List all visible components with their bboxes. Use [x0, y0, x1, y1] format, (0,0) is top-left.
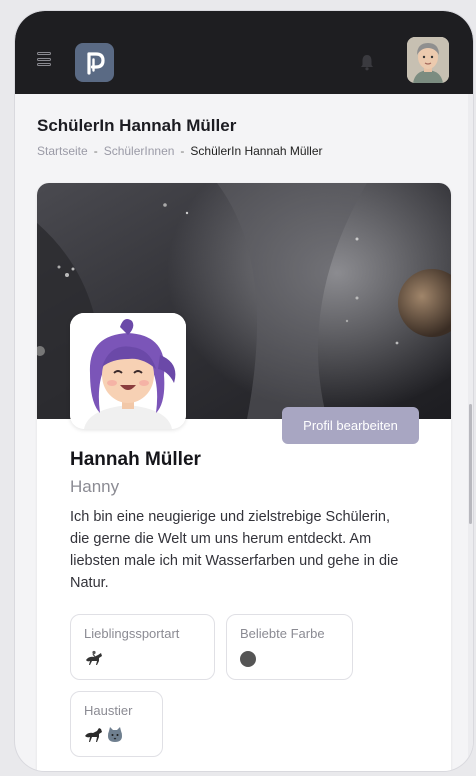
top-app-bar	[15, 11, 473, 94]
cat-icon	[107, 726, 123, 746]
edit-profile-button[interactable]: Profil bearbeiten	[282, 407, 419, 444]
profile-name: Hannah Müller	[70, 449, 201, 470]
app-logo-icon[interactable]	[75, 43, 114, 82]
attribute-label: Lieblingssportart	[84, 626, 180, 641]
profile-bio: Ich bin eine neugierige und zielstrebige…	[70, 509, 399, 591]
scrollbar-thumb[interactable]	[469, 404, 472, 524]
attribute-label: Beliebte Farbe	[240, 626, 325, 641]
hamburger-menu-icon[interactable]	[37, 52, 51, 66]
attribute-chip-pet: Haustier	[70, 691, 163, 757]
bell-icon[interactable]	[355, 50, 379, 74]
breadcrumb: Startseite - SchülerInnen - SchülerIn Hannah…	[37, 144, 323, 158]
user-avatar[interactable]	[407, 37, 449, 83]
attribute-chip-favorite-color: Beliebte Farbe	[226, 614, 353, 680]
breadcrumb-home[interactable]: Startseite	[37, 144, 88, 158]
profile-nickname: Hanny	[70, 477, 120, 496]
scrollbar[interactable]	[468, 94, 473, 771]
breadcrumb-separator: -	[93, 144, 98, 158]
profile-picture	[70, 313, 186, 429]
profile-card: Profil bearbeiten Hannah Müller Hanny Ic…	[37, 183, 451, 771]
phone-screen: SchülerIn Hannah Müller Startseite - Schül…	[15, 11, 473, 771]
breadcrumb-separator: -	[180, 144, 185, 158]
breadcrumb-current: SchülerIn Hannah Müller	[190, 144, 323, 158]
horse-riding-icon	[84, 650, 104, 669]
favorite-color-swatch	[240, 651, 256, 667]
attribute-label: Haustier	[84, 703, 133, 718]
breadcrumb-students[interactable]: SchülerInnen	[104, 144, 175, 158]
attribute-chip-favorite-sport: Lieblingssportart	[70, 614, 215, 680]
horse-icon	[84, 727, 104, 746]
page-title: SchülerIn Hannah Müller	[37, 116, 237, 135]
